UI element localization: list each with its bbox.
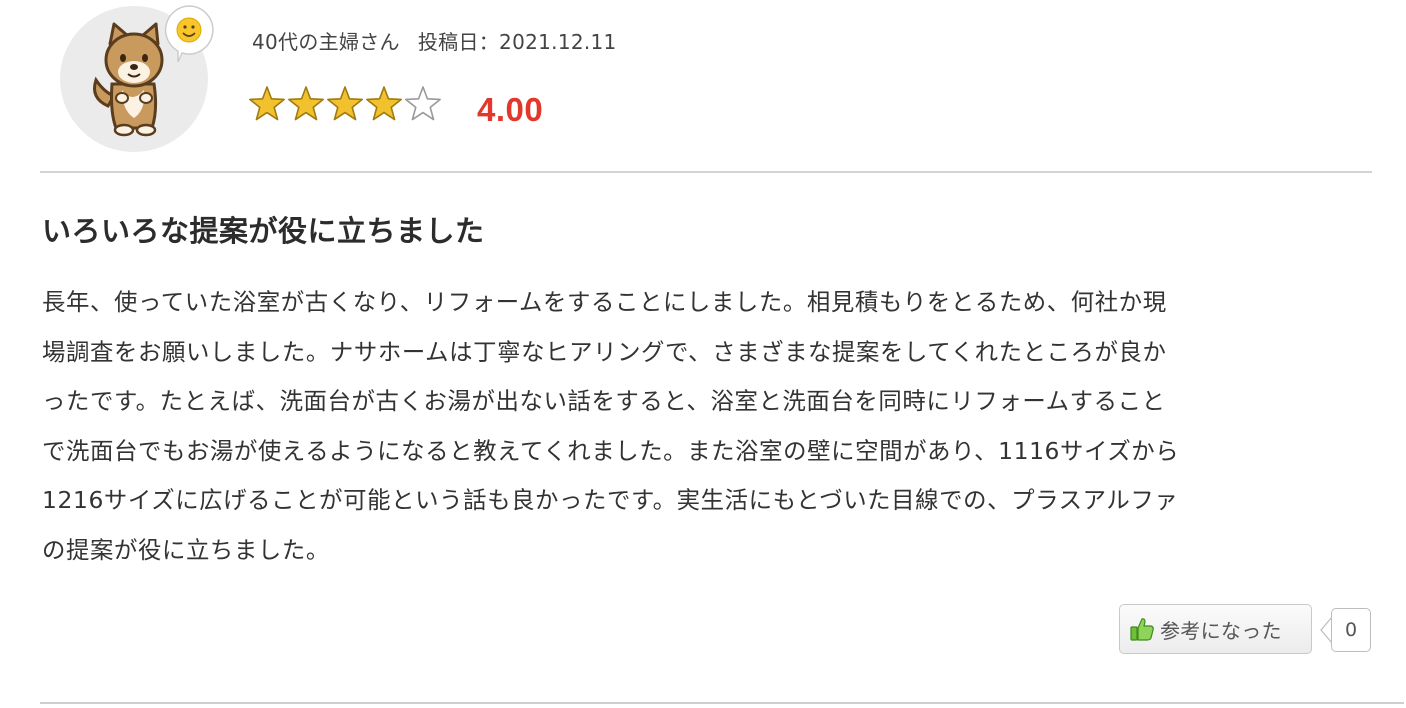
review-body-line: 場調査をお願いしました。ナサホームは丁寧なヒアリングで、さまざまな提案をしてくれ… bbox=[42, 337, 1167, 366]
review-meta: 40代の主婦さん 投稿日：2021.12.11 bbox=[252, 28, 617, 56]
review-body-line: で洗面台でもお湯が使えるようになると教えてくれました。また浴室の壁に空間があり、… bbox=[42, 436, 1180, 465]
star-filled-icon bbox=[249, 86, 285, 121]
star-filled-icon bbox=[327, 86, 363, 121]
thumbs-up-icon bbox=[1130, 618, 1154, 641]
star-rating bbox=[247, 85, 442, 125]
review-body: 長年、使っていた浴室が古くなり、リフォームをすることにしました。相見積もりをとる… bbox=[42, 278, 1372, 576]
star-empty-icon bbox=[405, 86, 441, 121]
helpful-count: 0 bbox=[1331, 608, 1371, 652]
helpful-button[interactable]: 参考になった bbox=[1119, 604, 1312, 654]
review-body-line: の提案が役に立ちました。 bbox=[42, 535, 330, 564]
smiley-face-icon bbox=[164, 5, 214, 63]
review-title: いろいろな提案が役に立ちました bbox=[42, 214, 485, 248]
review-body-line: ったです。たとえば、洗面台が古くお湯が出ない話をすると、浴室と洗面台を同時にリフ… bbox=[42, 387, 1166, 416]
reviewer-avatar bbox=[60, 0, 220, 152]
post-date: 投稿日：2021.12.11 bbox=[417, 30, 617, 54]
star-filled-icon bbox=[288, 86, 324, 121]
divider bbox=[40, 702, 1404, 704]
reviewer-name: 40代の主婦さん bbox=[252, 30, 400, 54]
divider bbox=[40, 171, 1372, 173]
review-body-line: 長年、使っていた浴室が古くなり、リフォームをすることにしました。相見積もりをとる… bbox=[42, 288, 1167, 316]
helpful-button-label: 参考になった bbox=[1160, 618, 1282, 643]
review-body-line: 1216サイズに広げることが可能という話も良かったです。実生活にもとづいた目線で… bbox=[42, 486, 1179, 515]
star-filled-icon bbox=[366, 86, 402, 121]
rating-score: 4.00 bbox=[477, 91, 544, 128]
